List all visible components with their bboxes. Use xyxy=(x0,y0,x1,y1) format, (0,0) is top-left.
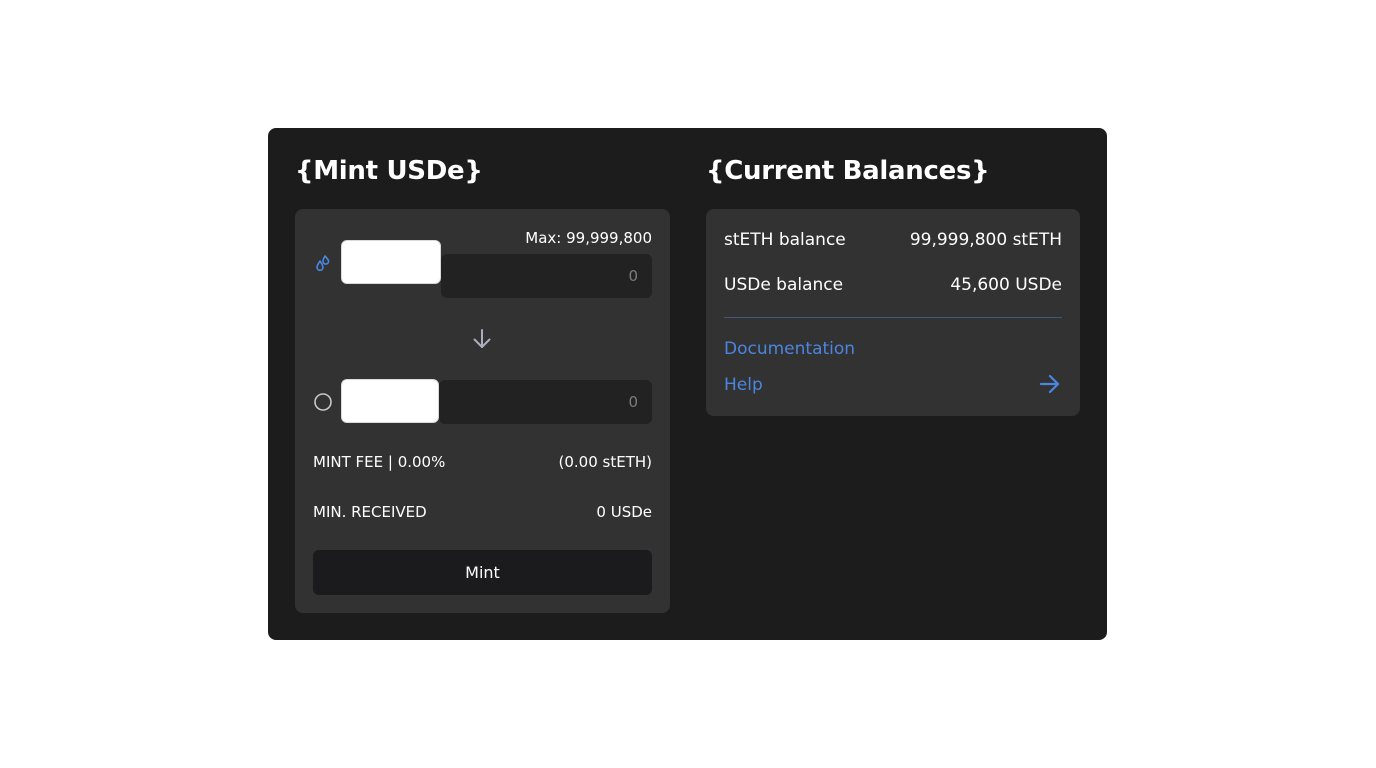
min-received-label: MIN. RECEIVED xyxy=(313,503,427,521)
mint-fee-value: (0.00 stETH) xyxy=(558,453,653,471)
max-amount-label[interactable]: Max: 99,999,800 xyxy=(525,229,652,247)
arrow-right-icon[interactable] xyxy=(1038,373,1062,395)
mint-fee-label: MINT FEE | 0.00% xyxy=(313,453,446,471)
divider xyxy=(724,317,1062,318)
from-amount-input[interactable] xyxy=(441,254,652,298)
mint-button[interactable]: Mint xyxy=(313,550,652,595)
mint-title: {Mint USDe} xyxy=(295,156,483,186)
balance-value: 45,600 USDe xyxy=(950,275,1062,295)
balance-label: stETH balance xyxy=(724,230,846,250)
circle-icon xyxy=(313,392,333,412)
steth-balance-row: stETH balance 99,999,800 stETH xyxy=(724,230,1062,250)
help-link[interactable]: Help xyxy=(724,375,763,395)
balance-label: USDe balance xyxy=(724,275,844,295)
to-token-select[interactable] xyxy=(341,379,439,423)
balance-value: 99,999,800 stETH xyxy=(909,230,1062,250)
documentation-link[interactable]: Documentation xyxy=(724,339,855,359)
from-token-select[interactable] xyxy=(341,240,441,284)
to-amount-input[interactable] xyxy=(439,380,652,424)
usde-balance-row: USDe balance 45,600 USDe xyxy=(724,275,1062,295)
mint-card: {Mint USDe} Max: 99,999,800 MI xyxy=(268,128,1107,640)
min-received-row: MIN. RECEIVED 0 USDe xyxy=(313,503,652,521)
drops-icon xyxy=(313,253,333,273)
mint-fee-row: MINT FEE | 0.00% (0.00 stETH) xyxy=(313,453,652,471)
balances-title: {Current Balances} xyxy=(706,156,990,186)
mint-panel: Max: 99,999,800 MINT FEE | 0.00% xyxy=(295,209,670,613)
min-received-value: 0 USDe xyxy=(596,503,652,521)
balances-panel: stETH balance 99,999,800 stETH USDe bala… xyxy=(706,209,1080,416)
arrow-down-icon[interactable] xyxy=(471,327,493,351)
